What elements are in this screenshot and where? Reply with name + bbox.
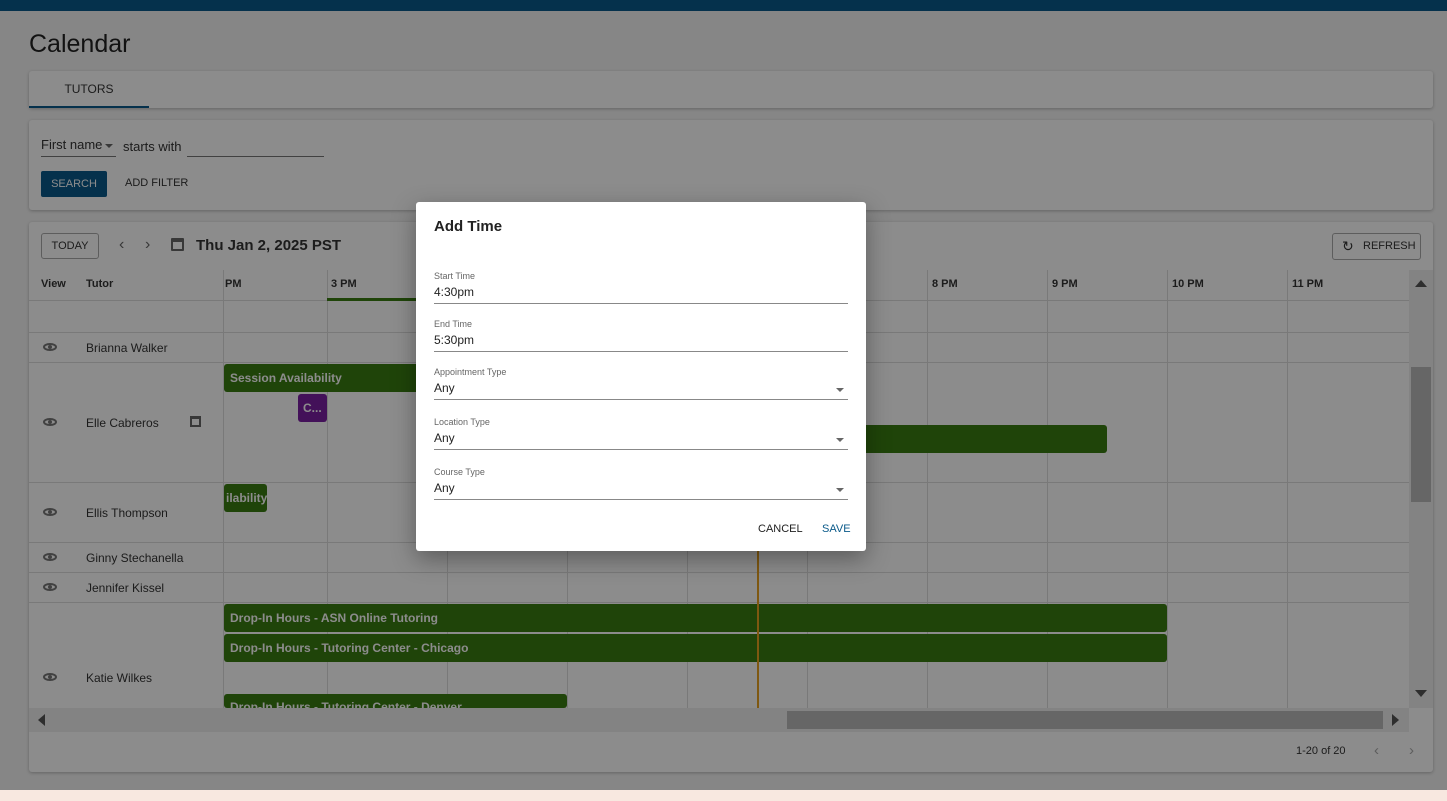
dialog-title: Add Time xyxy=(434,218,503,235)
chevron-down-icon xyxy=(836,488,844,492)
field-label: Start Time xyxy=(434,271,476,281)
end-time-field[interactable]: End Time 5:30pm xyxy=(434,319,848,352)
start-time-field[interactable]: Start Time 4:30pm xyxy=(434,271,848,304)
save-button[interactable]: SAVE xyxy=(822,523,851,535)
course-type-field[interactable]: Course Type Any xyxy=(434,467,848,500)
select-value: Any xyxy=(434,381,455,395)
appointment-type-field[interactable]: Appointment Type Any xyxy=(434,367,848,400)
location-type-select[interactable]: Any xyxy=(434,431,848,450)
appointment-type-select[interactable]: Any xyxy=(434,381,848,400)
end-time-input[interactable]: 5:30pm xyxy=(434,333,848,352)
chevron-down-icon xyxy=(836,438,844,442)
start-time-input[interactable]: 4:30pm xyxy=(434,285,848,304)
chevron-down-icon xyxy=(836,388,844,392)
field-label: Course Type xyxy=(434,467,485,477)
course-type-select[interactable]: Any xyxy=(434,481,848,500)
field-label: End Time xyxy=(434,319,473,329)
field-label: Location Type xyxy=(434,417,490,427)
cancel-button[interactable]: CANCEL xyxy=(758,523,803,535)
select-value: Any xyxy=(434,431,455,445)
field-label: Appointment Type xyxy=(434,367,507,377)
location-type-field[interactable]: Location Type Any xyxy=(434,417,848,450)
add-time-dialog: Add Time Start Time 4:30pm End Time 5:30… xyxy=(416,202,866,551)
taskbar-strip xyxy=(0,790,1447,801)
select-value: Any xyxy=(434,481,455,495)
